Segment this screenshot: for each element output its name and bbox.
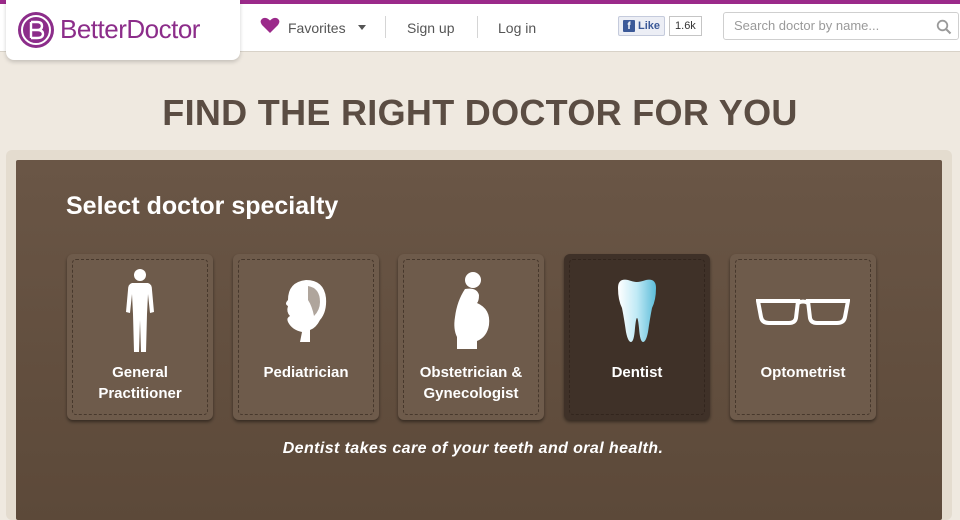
facebook-like-button[interactable]: f Like: [618, 16, 666, 36]
tooth-icon: [564, 268, 710, 354]
search-icon[interactable]: [936, 19, 952, 40]
search-input[interactable]: [734, 18, 930, 33]
facebook-like-label: Like: [638, 20, 661, 32]
logo[interactable]: BetterDoctor: [6, 0, 240, 60]
login-link[interactable]: Log in: [498, 4, 536, 51]
specialty-tile-general-practitioner[interactable]: General Practitioner: [67, 254, 213, 420]
favorites-menu[interactable]: Favorites: [260, 4, 366, 51]
facebook-icon: f: [623, 20, 635, 32]
facebook-like-widget: f Like 1.6k: [618, 16, 702, 36]
search-box: [723, 12, 959, 40]
page-title: FIND THE RIGHT DOCTOR FOR YOU: [162, 92, 798, 133]
chevron-down-icon: [357, 25, 366, 30]
facebook-like-count: 1.6k: [669, 16, 702, 36]
login-label: Log in: [498, 19, 537, 36]
eyeglasses-icon: [730, 268, 876, 354]
specialty-tile-optometrist[interactable]: Optometrist: [730, 254, 876, 420]
specialty-tile-obstetrician-gynecologist[interactable]: Obstetrician & Gynecologist: [398, 254, 544, 420]
specialty-tile-dentist[interactable]: Dentist: [564, 254, 710, 420]
nav-divider: [477, 16, 478, 38]
panel-heading: Select doctor specialty: [66, 192, 339, 220]
pregnant-woman-icon: [398, 268, 544, 354]
specialty-tile-pediatrician[interactable]: Pediatrician: [233, 254, 379, 420]
specialty-label: Obstetrician & Gynecologist: [419, 364, 523, 402]
specialty-label: General Practitioner: [98, 364, 182, 402]
nav-divider: [385, 16, 386, 38]
logo-mark-icon: [18, 12, 54, 48]
specialty-label: Pediatrician: [263, 364, 349, 381]
heart-icon: [260, 17, 280, 39]
signup-label: Sign up: [407, 19, 455, 36]
specialty-description: Dentist takes care of your teeth and ora…: [282, 440, 664, 457]
signup-link[interactable]: Sign up: [407, 4, 454, 51]
specialty-label: Dentist: [611, 364, 663, 381]
human-body-icon: [67, 268, 213, 354]
logo-text: BetterDoctor: [60, 14, 200, 44]
child-head-icon: [233, 268, 379, 354]
favorites-label: Favorites: [288, 19, 346, 36]
specialty-label: Optometrist: [760, 364, 846, 381]
